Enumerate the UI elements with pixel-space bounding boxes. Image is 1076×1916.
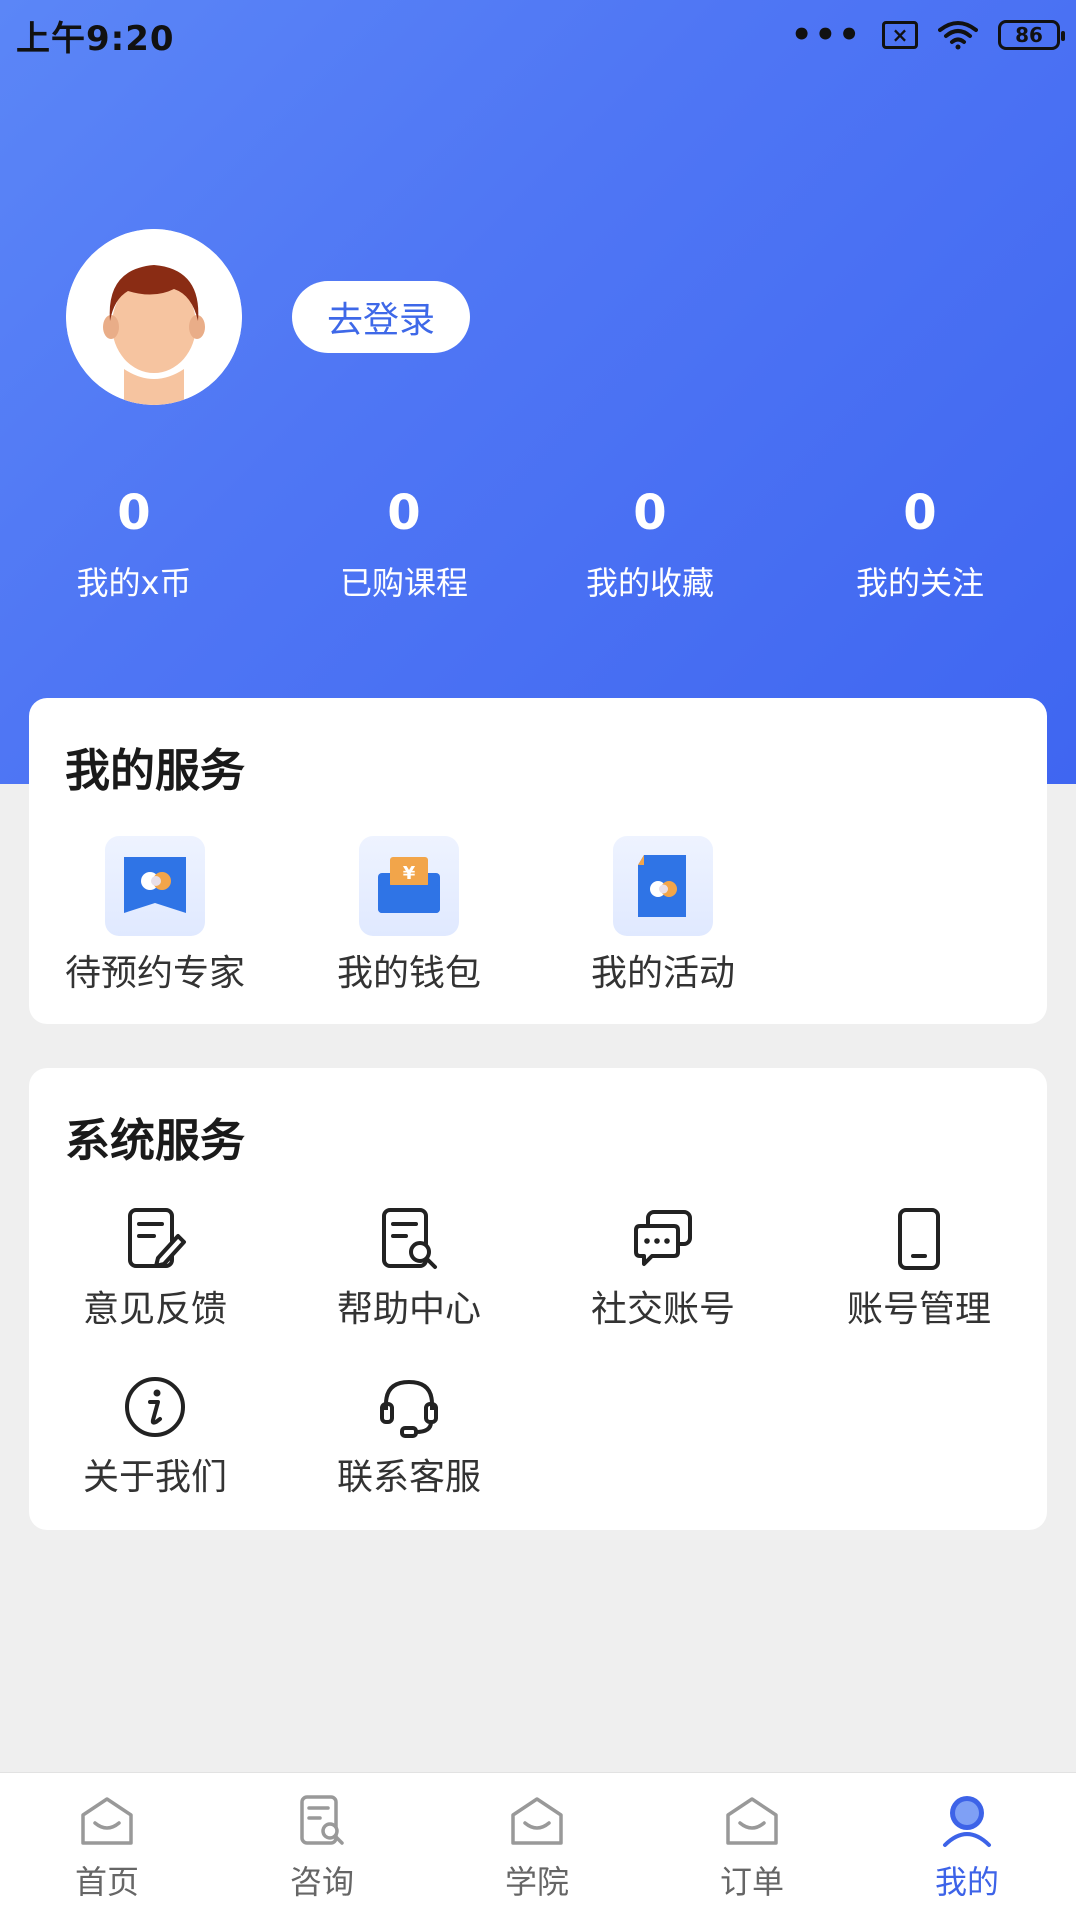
profile-icon [943,1796,991,1847]
wifi-icon [938,21,978,50]
help-center-item[interactable]: 帮助中心 [309,1206,509,1332]
stat-favorites[interactable]: 0 我的收藏 [550,480,750,604]
my-services-title: 我的服务 [65,744,246,797]
my-services-card: 我的服务 待预约专家 ¥ 我的钱包 我的活动 [29,698,1047,1024]
service-wallet[interactable]: ¥ 我的钱包 [309,836,509,996]
tab-order[interactable]: 订单 [677,1793,827,1903]
stat-value: 0 [387,485,421,541]
feedback-item[interactable]: 意见反馈 [55,1206,255,1332]
tab-profile[interactable]: 我的 [892,1793,1042,1903]
service-label: 我的钱包 [336,953,481,994]
system-service-label: 账号管理 [846,1289,991,1330]
academy-icon [511,1797,563,1845]
stat-purchased-courses[interactable]: 0 已购课程 [304,480,504,604]
system-service-label: 社交账号 [590,1289,735,1330]
feedback-icon [128,1208,186,1268]
account-management-item[interactable]: 账号管理 [819,1206,1019,1332]
tab-home[interactable]: 首页 [32,1793,182,1903]
avatar[interactable] [66,229,242,405]
system-service-label: 意见反馈 [82,1289,227,1330]
tab-label: 学院 [504,1863,569,1901]
social-account-item[interactable]: 社交账号 [563,1206,763,1332]
system-service-label: 帮助中心 [336,1289,481,1330]
system-service-label: 关于我们 [82,1457,227,1498]
appointment-icon [105,836,205,936]
stat-label: 我的x币 [76,564,192,602]
status-icons: ••• × 86 [790,15,1065,55]
stat-value: 0 [117,485,151,541]
sim-icon: × [882,21,918,49]
activity-icon [613,836,713,936]
system-services-card: 系统服务 意见反馈 帮助中心 社交账号 账号管理 关于我们 联系客服 [29,1068,1047,1530]
system-service-label: 联系客服 [336,1457,481,1498]
avatar-face-icon [66,229,242,405]
consult-icon [300,1795,344,1845]
bottom-tab-bar: 首页 咨询 学院 订单 我的 [0,1772,1076,1916]
stats-row: 0 我的x币 0 已购课程 0 我的收藏 0 我的关注 [0,480,1076,620]
customer-service-icon [380,1379,438,1438]
help-center-icon [382,1208,437,1269]
account-management-icon [898,1208,940,1270]
stat-label: 我的关注 [855,564,984,602]
stat-label: 我的收藏 [585,564,714,602]
about-us-item[interactable]: 关于我们 [55,1374,255,1500]
system-services-title: 系统服务 [65,1114,246,1167]
stat-label: 已购课程 [339,564,468,602]
tab-label: 我的 [934,1863,999,1901]
stat-value: 0 [903,485,937,541]
login-button[interactable]: 去登录 [292,281,470,353]
stat-coins[interactable]: 0 我的x币 [34,480,234,604]
more-dots-icon: ••• [790,15,862,55]
service-label: 我的活动 [590,953,735,994]
tab-label: 咨询 [289,1863,354,1901]
battery-icon: 86 [998,20,1065,50]
stat-value: 0 [633,485,667,541]
stat-following[interactable]: 0 我的关注 [820,480,1020,604]
tab-academy[interactable]: 学院 [462,1793,612,1903]
order-icon [726,1797,778,1845]
wallet-icon: ¥ [359,836,459,936]
customer-service-item[interactable]: 联系客服 [309,1374,509,1500]
status-time: 上午9:20 [16,18,175,59]
service-label: 待预约专家 [64,953,245,994]
status-bar: 上午9:20 ••• × 86 [0,0,1076,70]
social-account-icon [634,1210,692,1266]
tab-label: 订单 [719,1863,784,1901]
svg-text:¥: ¥ [403,863,416,884]
about-us-icon [125,1377,185,1437]
home-icon [81,1797,133,1845]
tab-consult[interactable]: 咨询 [247,1793,397,1903]
service-appointment-expert[interactable]: 待预约专家 [55,836,255,996]
tab-label: 首页 [74,1863,139,1901]
service-activity[interactable]: 我的活动 [563,836,763,996]
